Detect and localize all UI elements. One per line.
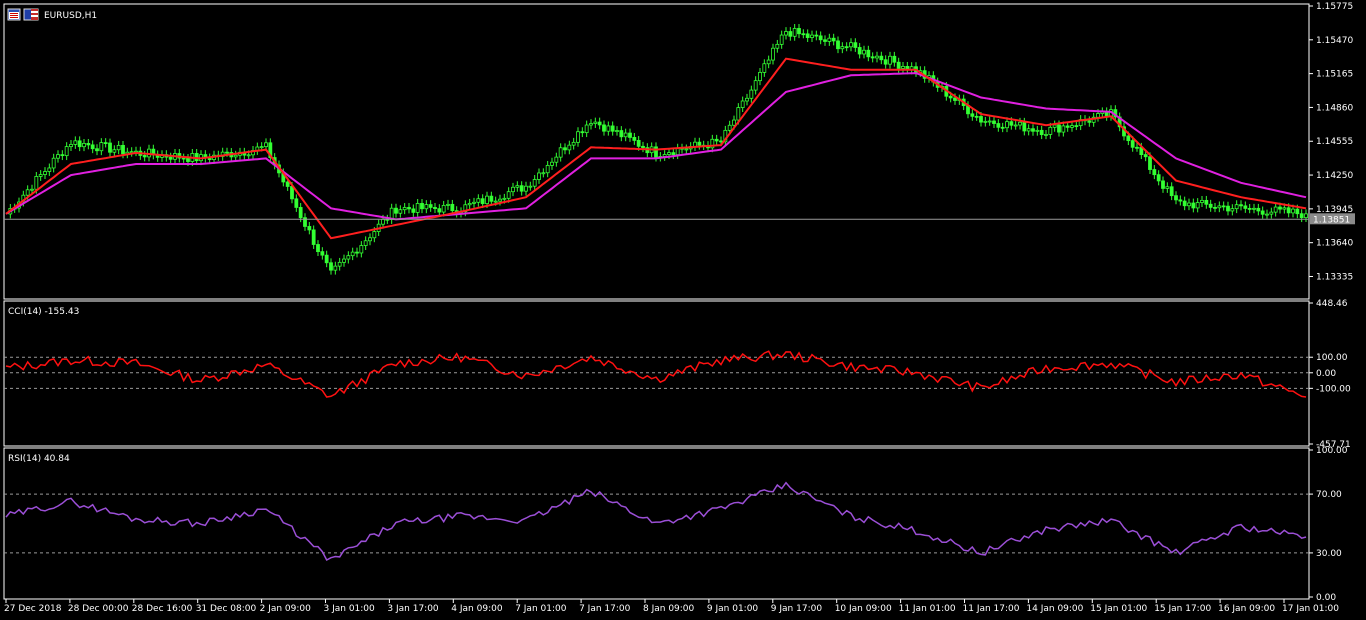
y-tick-label: 0.00 bbox=[1316, 593, 1336, 603]
y-tick-label: 0.00 bbox=[1316, 369, 1336, 379]
price-y-axis: 1.15775 1.15470 1.15165 1.14860 1.14555 1.142… bbox=[1309, 2, 1353, 282]
x-tick-label: 15 Jan 01:00 bbox=[1090, 604, 1147, 614]
y-tick-label: 100.00 bbox=[1316, 353, 1348, 363]
y-tick-label: -100.00 bbox=[1316, 384, 1351, 394]
x-tick-label: 3 Jan 01:00 bbox=[324, 604, 376, 614]
y-tick-label: 1.13335 bbox=[1316, 272, 1353, 282]
rsi-indicator-label: RSI(14) 40.84 bbox=[8, 454, 70, 464]
y-tick-label: 70.00 bbox=[1316, 490, 1342, 500]
x-tick-label: 15 Jan 17:00 bbox=[1154, 604, 1211, 614]
y-tick-label: 100.00 bbox=[1316, 446, 1348, 456]
window-icon[interactable] bbox=[7, 8, 21, 21]
symbol-label: EURUSD,H1 bbox=[44, 11, 97, 21]
x-tick-label: 3 Jan 17:00 bbox=[387, 604, 439, 614]
x-tick-label: 2 Jan 09:00 bbox=[260, 604, 312, 614]
x-tick-label: 17 Jan 01:00 bbox=[1282, 604, 1339, 614]
x-tick-label: 7 Jan 01:00 bbox=[515, 604, 567, 614]
x-tick-label: 16 Jan 09:00 bbox=[1218, 604, 1275, 614]
x-tick-label: 28 Dec 00:00 bbox=[68, 604, 129, 614]
x-tick-label: 11 Jan 17:00 bbox=[963, 604, 1020, 614]
y-tick-label: 1.14555 bbox=[1316, 137, 1353, 147]
x-tick-label: 31 Dec 08:00 bbox=[196, 604, 257, 614]
y-tick-label: 30.00 bbox=[1316, 549, 1342, 559]
y-tick-label: 1.14250 bbox=[1316, 171, 1353, 181]
y-tick-label: 1.15165 bbox=[1316, 70, 1353, 80]
x-tick-label: 10 Jan 09:00 bbox=[835, 604, 892, 614]
x-tick-label: 4 Jan 09:00 bbox=[451, 604, 503, 614]
y-tick-label: 1.15775 bbox=[1316, 2, 1353, 12]
bid-price-label: 1.13851 bbox=[1313, 215, 1350, 225]
chart-canvas: 1.15775 1.15470 1.15165 1.14860 1.14555 1.142… bbox=[0, 0, 1366, 620]
x-tick-label: 8 Jan 09:00 bbox=[643, 604, 695, 614]
y-tick-label: 1.15470 bbox=[1316, 36, 1353, 46]
x-tick-label: 27 Dec 2018 bbox=[4, 604, 62, 614]
y-tick-label: 1.13640 bbox=[1316, 239, 1353, 249]
flag-icon[interactable] bbox=[23, 8, 39, 21]
x-tick-label: 9 Jan 17:00 bbox=[771, 604, 823, 614]
y-tick-label: 1.14860 bbox=[1316, 103, 1353, 113]
x-tick-label: 9 Jan 01:00 bbox=[707, 604, 759, 614]
x-tick-label: 14 Jan 09:00 bbox=[1026, 604, 1083, 614]
y-tick-label: 448.46 bbox=[1316, 299, 1348, 309]
x-tick-label: 7 Jan 17:00 bbox=[579, 604, 631, 614]
x-tick-label: 11 Jan 01:00 bbox=[899, 604, 956, 614]
cci-indicator-label: CCI(14) -155.43 bbox=[8, 307, 79, 317]
x-tick-label: 28 Dec 16:00 bbox=[132, 604, 193, 614]
